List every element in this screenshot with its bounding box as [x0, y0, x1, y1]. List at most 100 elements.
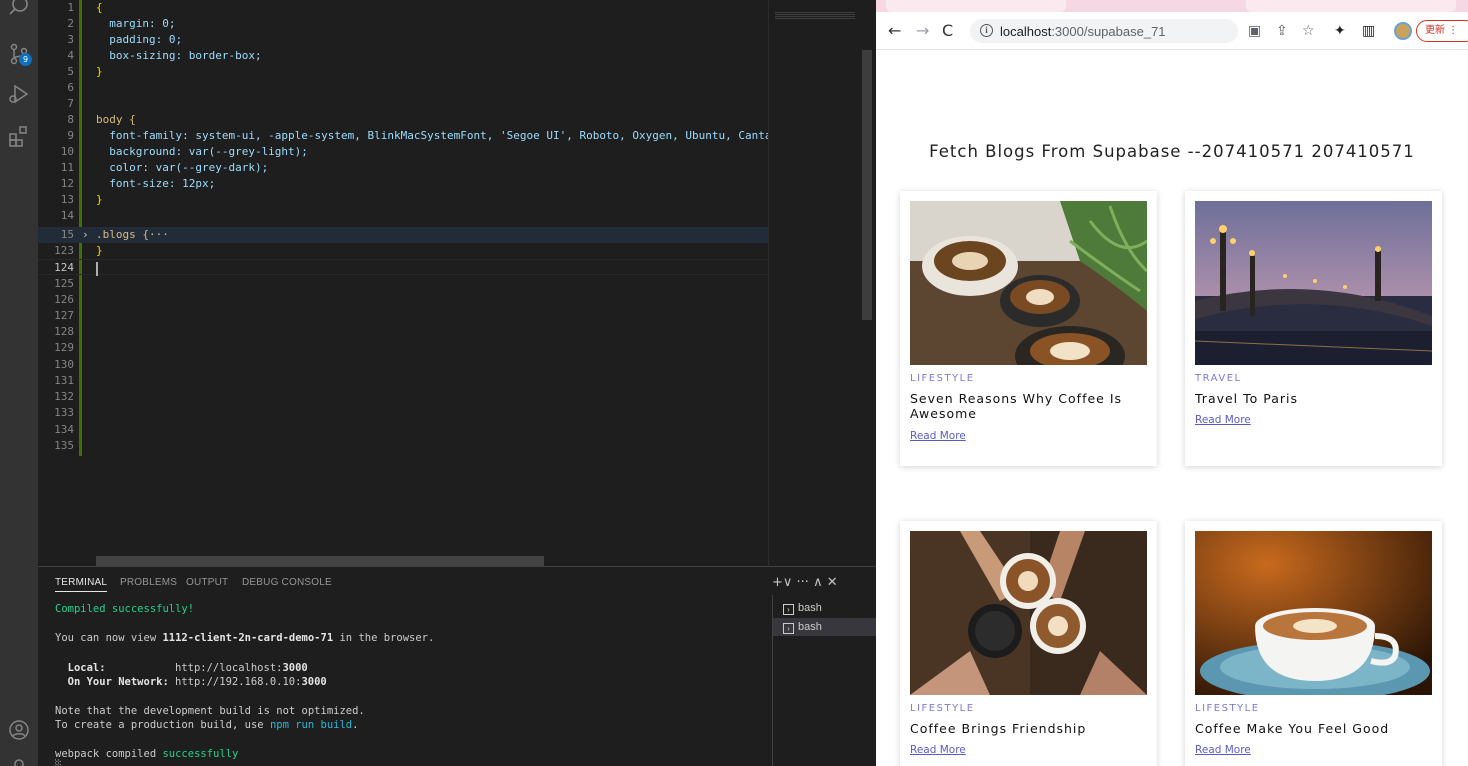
coffee-cheers-image: [910, 531, 1147, 695]
browser-tab[interactable]: [1246, 0, 1456, 12]
terminal-view-line: You can now view 1112-client-2n-card-dem…: [55, 632, 435, 644]
panel-actions[interactable]: +∨ ··· ∧ ✕: [772, 575, 838, 590]
code-line: 130: [54, 358, 74, 371]
code-text: color: var(--grey-dark);: [96, 161, 269, 174]
code-line: 3 padding: 0;: [67, 33, 183, 46]
back-arrow-icon[interactable]: ←: [888, 22, 901, 40]
terminal-compiled-line: Compiled successfully!: [55, 603, 195, 615]
code-line: 126: [54, 293, 74, 306]
code-text: }: [96, 193, 103, 206]
code-text: padding: 0;: [96, 33, 183, 46]
terminal-note-line: Note that the development build is not o…: [55, 705, 365, 717]
card-title: Coffee Make You Feel Good: [1195, 721, 1390, 736]
code-editor[interactable]: 1{ 2 margin: 0; 3 padding: 0; 4 box-sizi…: [38, 0, 876, 566]
forward-arrow-icon[interactable]: →: [916, 22, 929, 40]
card-category: TRAVEL: [1195, 373, 1242, 384]
code-line: 12 font-size: 12px;: [60, 177, 216, 190]
account-icon[interactable]: [7, 718, 31, 742]
vertical-scrollbar[interactable]: [862, 50, 872, 320]
code-text: .blogs {···: [96, 228, 169, 241]
local-url: http://localhost:3000: [175, 662, 308, 674]
read-more-link[interactable]: Read More: [910, 430, 966, 442]
terminal-icon: ›: [783, 623, 794, 634]
reload-icon[interactable]: C: [942, 22, 953, 40]
extensions-puzzle-icon[interactable]: ✦: [1334, 23, 1346, 39]
terminal-item[interactable]: › bash: [773, 599, 876, 617]
minimap[interactable]: [768, 0, 862, 566]
minimap-preview: [775, 12, 855, 20]
code-text: body {: [96, 113, 136, 126]
run-debug-icon[interactable]: [7, 82, 31, 106]
network-url: http://192.168.0.10:3000: [175, 676, 327, 688]
code-text: margin: 0;: [96, 17, 176, 30]
code-line: 132: [54, 390, 74, 403]
card-title: Seven Reasons Why Coffee Is Awesome: [910, 391, 1123, 421]
update-button[interactable]: 更新 ⋮: [1416, 20, 1468, 42]
code-text: {: [96, 1, 103, 14]
tab-strip: [876, 0, 1468, 12]
translate-icon[interactable]: ▣: [1248, 23, 1261, 39]
source-control-badge: 9: [19, 53, 32, 66]
bookmark-star-icon[interactable]: ☆: [1302, 23, 1315, 39]
tab-debug-console[interactable]: DEBUG CONSOLE: [242, 577, 332, 588]
card-category: LIFESTYLE: [1195, 703, 1260, 714]
horizontal-scrollbar[interactable]: [96, 556, 544, 566]
terminal-network-line: On Your Network: http://192.168.0.10:3000: [55, 676, 327, 688]
code-line: 7: [67, 97, 74, 110]
code-text: }: [96, 65, 103, 78]
share-icon[interactable]: ⇪: [1276, 23, 1288, 39]
code-line: 1{: [67, 1, 103, 14]
manage-gear-icon[interactable]: [7, 752, 31, 766]
code-line: 129: [54, 341, 74, 354]
text-cursor: [96, 262, 98, 276]
side-panel-icon[interactable]: ▥: [1362, 23, 1375, 39]
card-title: Travel To Paris: [1195, 391, 1299, 406]
tab-problems[interactable]: PROBLEMS: [120, 577, 177, 588]
code-line-current[interactable]: 124: [38, 259, 768, 275]
url-text[interactable]: localhost:3000/supabase_71: [1000, 24, 1166, 39]
read-more-link[interactable]: Read More: [1195, 744, 1251, 756]
vscode-window: 9 1{ 2 margin: 0; 3 padding: 0; 4 box-si…: [0, 0, 876, 766]
card-category: LIFESTYLE: [910, 703, 975, 714]
code-line: 127: [54, 309, 74, 322]
terminal-prompt[interactable]: ░: [55, 759, 61, 766]
code-line-folded[interactable]: 15 › .blogs {···: [38, 227, 768, 243]
browser-toolbar: ← → C i localhost:3000/supabase_71 ▣ ⇪ ☆…: [876, 12, 1468, 50]
search-icon[interactable]: [7, 0, 31, 18]
browser-window: ← → C i localhost:3000/supabase_71 ▣ ⇪ ☆…: [876, 0, 1468, 766]
code-line: 123}: [54, 244, 103, 257]
extensions-icon[interactable]: [7, 124, 31, 148]
code-line: 8 body {: [67, 113, 136, 126]
fold-chevron-icon[interactable]: ›: [82, 227, 89, 243]
blog-card: LIFESTYLE Seven Reasons Why Coffee Is Aw…: [900, 191, 1157, 466]
code-line: 11 color: var(--grey-dark);: [60, 161, 269, 174]
code-line: 133: [54, 406, 74, 419]
profile-avatar[interactable]: [1394, 22, 1412, 40]
card-title: Coffee Brings Friendship: [910, 721, 1087, 736]
code-text: }: [96, 244, 103, 257]
terminal-webpack-line: webpack compiled successfully: [55, 748, 239, 760]
bottom-panel: TERMINAL PROBLEMS OUTPUT DEBUG CONSOLE +…: [38, 566, 876, 766]
card-category: LIFESTYLE: [910, 373, 975, 384]
tab-terminal[interactable]: TERMINAL: [55, 577, 108, 592]
code-line: 125: [54, 277, 74, 290]
page-title: Fetch Blogs From Supabase --207410571 20…: [929, 142, 1415, 161]
code-line: 10 background: var(--grey-light);: [60, 145, 308, 158]
read-more-link[interactable]: Read More: [910, 744, 966, 756]
browser-tab[interactable]: [886, 0, 1066, 12]
read-more-link[interactable]: Read More: [1195, 414, 1251, 426]
terminal-list: › bash › bash: [772, 595, 876, 766]
code-text: font-family: system-ui, -apple-system, B…: [96, 129, 768, 142]
address-bar[interactable]: i localhost:3000/supabase_71: [970, 19, 1238, 43]
tab-output[interactable]: OUTPUT: [186, 577, 228, 588]
code-area[interactable]: 1{ 2 margin: 0; 3 padding: 0; 4 box-sizi…: [38, 0, 768, 566]
code-line: 9 font-family: system-ui, -apple-system,…: [38, 128, 768, 144]
code-line: 128: [54, 325, 74, 338]
activity-bar: 9: [0, 0, 38, 766]
coffee-cup-image: [1195, 531, 1432, 695]
terminal-item-selected[interactable]: › bash: [773, 618, 876, 636]
site-info-icon[interactable]: i: [980, 24, 993, 37]
terminal-icon: ›: [783, 604, 794, 615]
paris-bridge-image: [1195, 201, 1432, 365]
web-page: Fetch Blogs From Supabase --207410571 20…: [876, 50, 1468, 766]
